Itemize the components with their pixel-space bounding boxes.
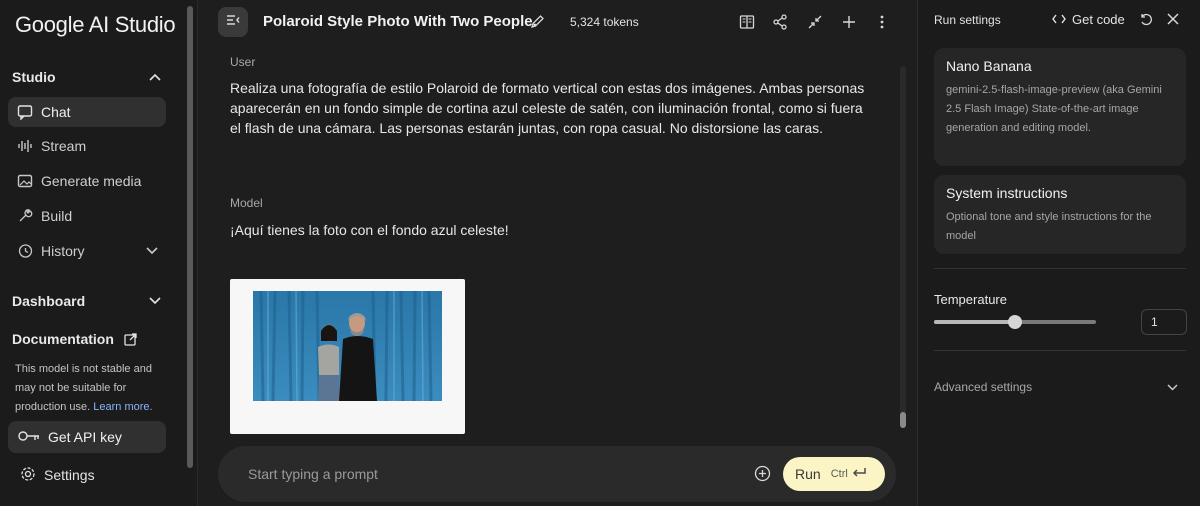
dashboard-label: Dashboard xyxy=(12,293,86,309)
left-sidebar: Google AI Studio Studio Chat Stream Gene… xyxy=(0,0,198,506)
divider xyxy=(934,350,1186,351)
close-icon[interactable] xyxy=(1166,12,1182,28)
chevron-down-icon xyxy=(148,294,162,308)
share-icon[interactable] xyxy=(771,13,789,31)
sidebar-item-label: Chat xyxy=(41,104,71,120)
sidebar-item-history[interactable]: History xyxy=(8,236,166,266)
run-shortcut: Ctrl xyxy=(831,467,867,481)
chat-scrollbar-track[interactable] xyxy=(900,66,906,428)
generated-polaroid-image[interactable] xyxy=(230,279,465,434)
model-name: Nano Banana xyxy=(946,58,1032,74)
sidebar-item-settings[interactable]: Settings xyxy=(8,460,166,490)
prompt-input[interactable] xyxy=(248,463,728,485)
sidebar-item-label: Generate media xyxy=(41,173,142,189)
enter-key-icon xyxy=(851,467,867,481)
sidebar-item-stream[interactable]: Stream xyxy=(8,131,166,161)
sidebar-item-label: Build xyxy=(41,208,73,224)
stream-icon xyxy=(17,138,33,154)
sidebar-item-generate-media[interactable]: Generate media xyxy=(8,166,166,196)
build-icon xyxy=(17,208,33,224)
model-description: gemini-2.5-flash-image-preview (aka Gemi… xyxy=(946,84,1162,134)
key-icon xyxy=(18,429,40,445)
gear-icon xyxy=(20,466,36,485)
temperature-slider-fill xyxy=(934,320,1015,324)
run-button[interactable]: Run Ctrl xyxy=(783,457,885,491)
chat-scrollbar-thumb[interactable] xyxy=(900,412,906,428)
api-key-label: Get API key xyxy=(48,429,122,445)
studio-section-header[interactable]: Studio xyxy=(12,66,162,88)
history-icon xyxy=(17,243,33,259)
advanced-settings-label: Advanced settings xyxy=(934,380,1033,394)
page-title: Polaroid Style Photo With Two People. xyxy=(263,13,537,30)
divider xyxy=(934,268,1186,269)
sidebar-item-chat[interactable]: Chat xyxy=(8,97,166,127)
code-icon xyxy=(1052,12,1066,27)
user-role-label: User xyxy=(230,55,256,69)
sidebar-item-label: History xyxy=(41,243,85,259)
sidebar-scrollbar[interactable] xyxy=(187,6,193,468)
dashboard-section-header[interactable]: Dashboard xyxy=(12,290,162,312)
documentation-label: Documentation xyxy=(12,331,114,347)
new-chat-icon[interactable] xyxy=(840,13,858,31)
add-media-icon[interactable] xyxy=(754,465,772,483)
get-api-key-button[interactable]: Get API key xyxy=(8,421,166,453)
chat-main: Polaroid Style Photo With Two People. 5,… xyxy=(199,0,916,506)
get-code-label: Get code xyxy=(1072,12,1125,27)
external-link-icon xyxy=(124,332,138,346)
more-options-icon[interactable] xyxy=(873,13,891,31)
user-message: Realiza una fotografía de estilo Polaroi… xyxy=(230,80,865,136)
chat-icon xyxy=(17,104,33,120)
prompt-bar: Run Ctrl xyxy=(218,446,896,502)
get-code-button[interactable]: Get code xyxy=(1052,12,1125,27)
menu-collapse-icon xyxy=(226,13,240,31)
run-settings-title: Run settings xyxy=(934,13,1001,27)
temperature-slider-thumb[interactable] xyxy=(1008,315,1022,329)
chevron-up-icon xyxy=(148,70,162,84)
system-instructions-title: System instructions xyxy=(946,185,1068,201)
model-message: ¡Aquí tienes la foto con el fondo azul c… xyxy=(230,222,509,238)
compare-arrows-icon[interactable] xyxy=(806,13,824,31)
model-stability-note: This model is not stable and may not be … xyxy=(15,360,165,417)
sidebar-item-build[interactable]: Build xyxy=(8,201,166,231)
settings-label: Settings xyxy=(44,467,95,483)
documentation-link[interactable]: Documentation xyxy=(12,328,162,350)
chevron-down-icon xyxy=(1167,380,1178,394)
temperature-input[interactable] xyxy=(1141,309,1187,335)
polaroid-photo xyxy=(253,291,442,401)
run-label: Run xyxy=(795,466,821,482)
media-icon xyxy=(17,173,33,189)
token-count: 5,324 tokens xyxy=(570,15,639,29)
studio-label: Studio xyxy=(12,69,56,85)
compare-icon[interactable] xyxy=(738,13,756,31)
toggle-sidebar-button[interactable] xyxy=(218,7,248,37)
shortcut-label: Ctrl xyxy=(830,468,848,480)
model-role-label: Model xyxy=(230,196,263,210)
reset-settings-icon[interactable] xyxy=(1139,12,1155,28)
system-instructions-description: Optional tone and style instructions for… xyxy=(946,211,1152,242)
run-settings-panel: Run settings Get code Nano Banana gemini… xyxy=(917,0,1200,506)
chevron-down-icon xyxy=(144,243,160,259)
app-logo[interactable]: Google AI Studio xyxy=(15,12,176,38)
advanced-settings-toggle[interactable]: Advanced settings xyxy=(934,380,1178,394)
model-selector-card[interactable]: Nano Banana gemini-2.5-flash-image-previ… xyxy=(934,48,1186,166)
learn-more-link[interactable]: Learn more. xyxy=(93,401,152,413)
sidebar-item-label: Stream xyxy=(41,138,87,154)
system-instructions-card[interactable]: System instructions Optional tone and st… xyxy=(934,175,1186,254)
edit-title-icon[interactable] xyxy=(530,14,546,30)
temperature-label: Temperature xyxy=(934,292,1007,307)
